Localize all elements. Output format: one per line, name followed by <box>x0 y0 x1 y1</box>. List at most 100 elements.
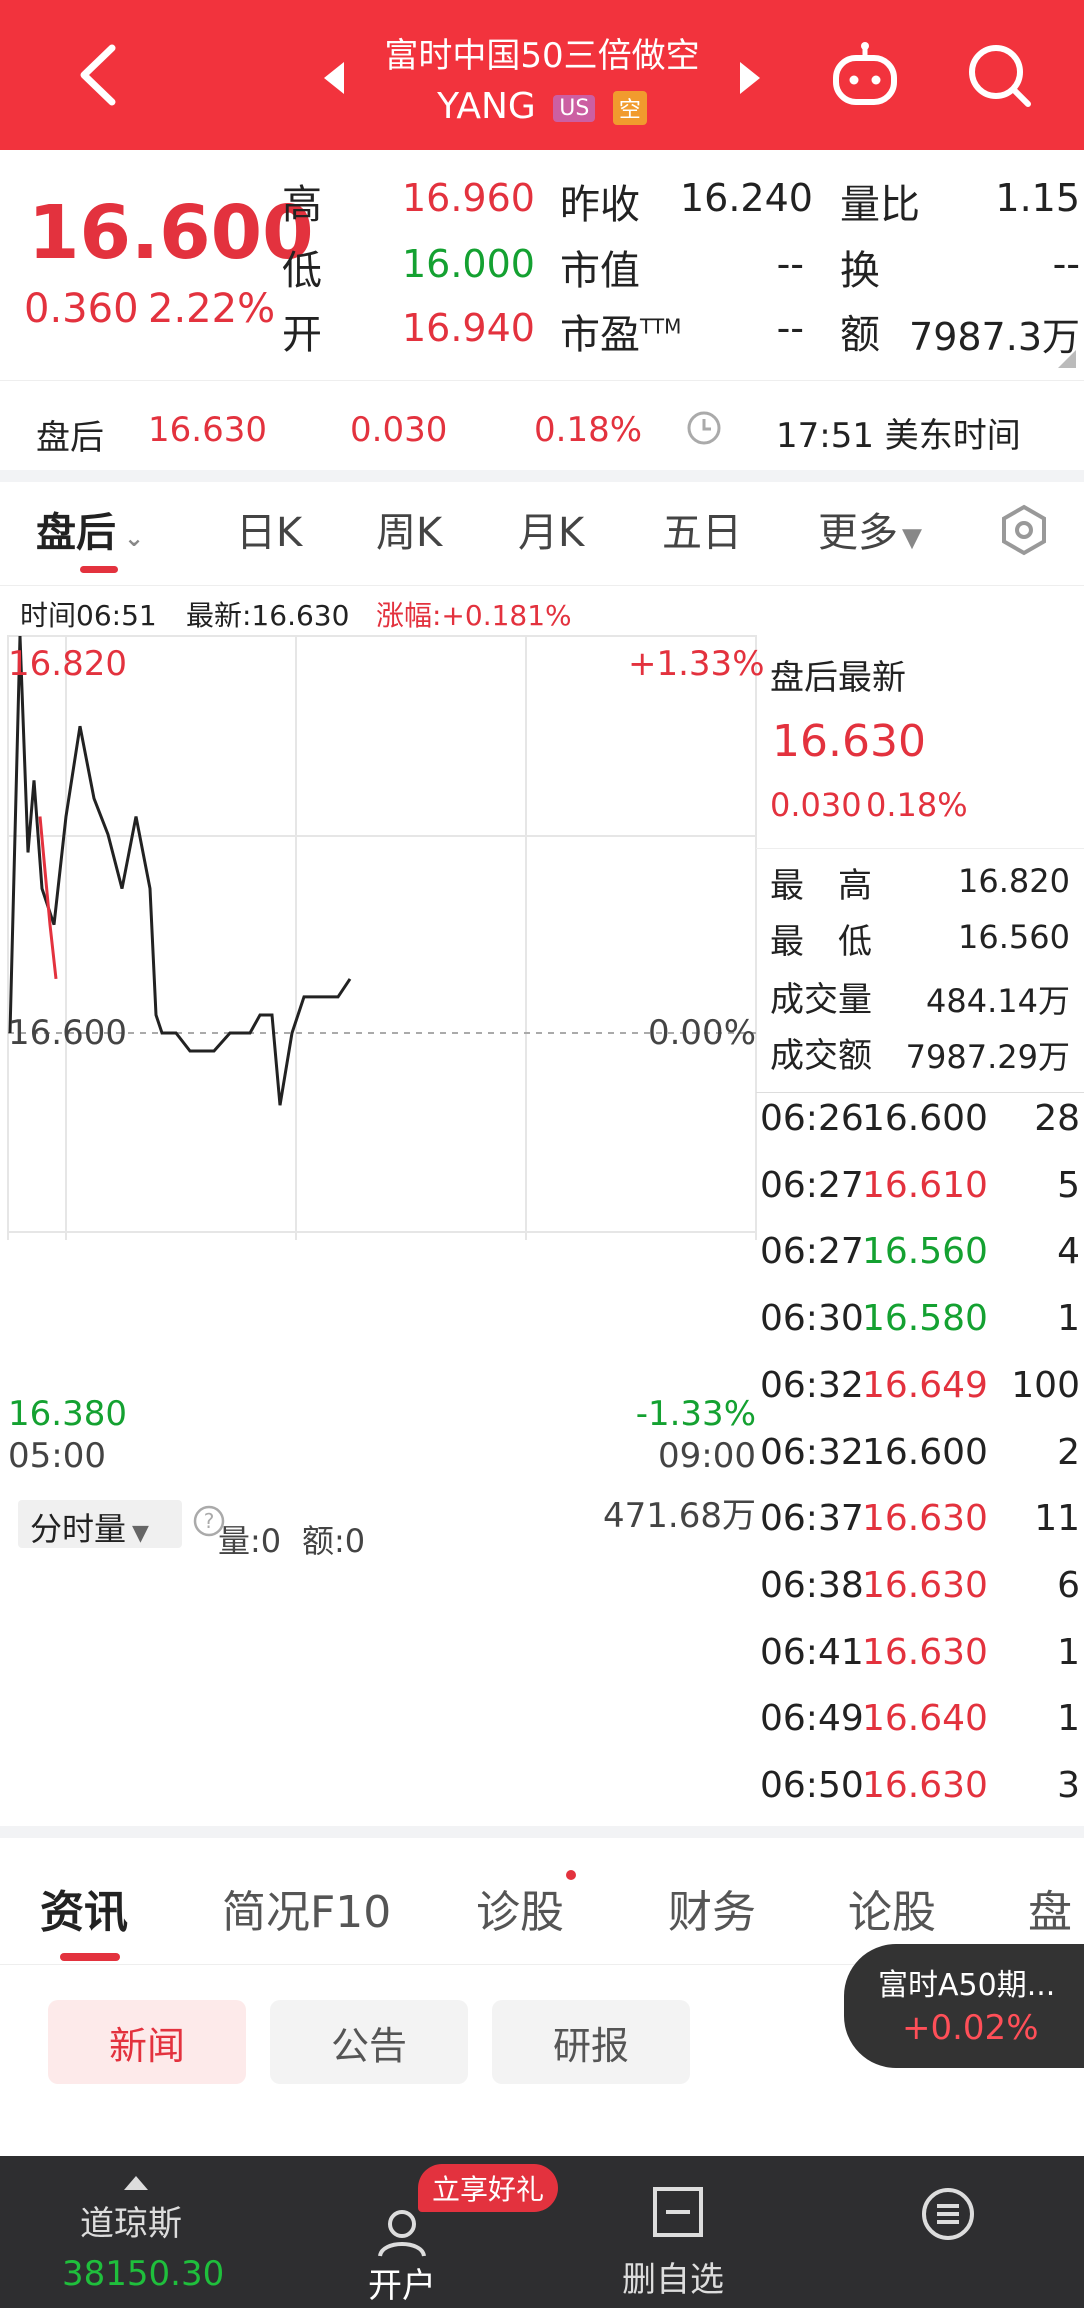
after-hours-label: 盘后 <box>36 418 104 458</box>
divider <box>756 848 1084 849</box>
divider <box>0 380 1084 381</box>
remove-watchlist-icon[interactable] <box>652 2186 704 2238</box>
side-stat-value: 16.820 <box>958 862 1070 900</box>
subtab-research[interactable]: 研报 <box>492 2000 690 2084</box>
side-title: 盘后最新 <box>770 658 906 698</box>
stat-value: -- <box>776 242 804 286</box>
divider <box>0 585 1084 586</box>
side-stat-label: 成交额 <box>770 1036 872 1076</box>
svg-text:?: ? <box>204 1509 215 1533</box>
tick-volume: 1 <box>1057 1698 1080 1740</box>
tab-weekly-k[interactable]: 周K <box>376 500 442 558</box>
crosshair-time: 时间06:51 <box>20 599 157 632</box>
stat-label: 高 <box>282 182 322 228</box>
tab-monthly-k[interactable]: 月K <box>518 500 584 558</box>
tick-time: 06:50 <box>760 1765 864 1806</box>
stat-value: 16.000 <box>402 242 535 286</box>
stat-label: 换 <box>840 248 880 294</box>
info-tab[interactable]: 盘 <box>1028 1876 1072 1940</box>
tick-time: 06:49 <box>760 1698 864 1740</box>
app-header: 富时中国50三倍做空 YANG US 空 <box>0 0 1084 150</box>
stat-value: 16.940 <box>402 306 535 350</box>
tick-price: 16.630 <box>862 1765 988 1806</box>
search-icon[interactable] <box>964 40 1034 110</box>
nav-index-name[interactable]: 道琼斯 <box>80 2196 182 2245</box>
side-change-pct: 0.18% <box>866 786 968 824</box>
tick-price: 16.610 <box>862 1164 988 1206</box>
info-tab[interactable]: 论股 <box>848 1876 936 1940</box>
float-index-name: 富时A50期... <box>878 1968 1056 2003</box>
tick-volume: 28 <box>1034 1098 1080 1139</box>
nav-remove-watchlist[interactable]: 删自选 <box>622 2252 724 2301</box>
stat-value: 16.240 <box>680 176 813 220</box>
tick-time: 06:37 <box>760 1498 864 1540</box>
nav-open-account[interactable]: 开户 <box>368 2258 436 2307</box>
subtab-news[interactable]: 新闻 <box>48 2000 246 2084</box>
market-tag: US <box>553 94 596 122</box>
side-stat-value: 16.560 <box>958 918 1070 956</box>
tick-time: 06:41 <box>760 1631 864 1673</box>
info-tab[interactable]: 诊股 <box>476 1876 564 1940</box>
side-stat-label: 最 低 <box>770 922 872 962</box>
prev-stock-icon[interactable] <box>322 60 348 96</box>
tick-time: 06:27 <box>760 1231 864 1273</box>
tick-volume: 3 <box>1057 1765 1080 1806</box>
info-tab[interactable]: 财务 <box>668 1876 756 1940</box>
tick-volume: 100 <box>1011 1364 1080 1406</box>
volume-type-select[interactable]: 分时量 ▼ <box>18 1500 182 1548</box>
menu-icon[interactable] <box>920 2186 976 2242</box>
float-index-change: +0.02% <box>902 2008 1039 2048</box>
tick-time: 06:26 <box>760 1098 864 1139</box>
after-hours-change-pct: 0.18% <box>534 410 643 450</box>
tick-time: 06:27 <box>760 1164 864 1206</box>
crosshair-latest: 最新:16.630 <box>186 599 350 632</box>
y-label-mid: 16.600 <box>8 1013 127 1053</box>
tab-five-day[interactable]: 五日 <box>662 500 742 558</box>
tick-price: 16.630 <box>862 1631 988 1673</box>
tab-daily-k[interactable]: 日K <box>236 500 302 558</box>
tab-more[interactable]: 更多 ▼ <box>818 500 922 558</box>
stat-value: 1.15 <box>995 176 1080 220</box>
tick-volume: 6 <box>1057 1564 1080 1606</box>
expand-corner-icon[interactable] <box>1058 350 1076 368</box>
chart-frame <box>7 635 757 1240</box>
x-label-start: 05:00 <box>8 1436 106 1476</box>
amount-value: 额:0 <box>302 1522 366 1560</box>
volume-max-label: 471.68万 <box>603 1496 756 1536</box>
stat-label: 额 <box>840 312 880 358</box>
stat-value: 16.960 <box>402 176 535 220</box>
pct-label-bottom: -1.33% <box>635 1394 756 1434</box>
active-tab-indicator <box>80 566 118 573</box>
x-label-end: 09:00 <box>658 1436 756 1476</box>
info-tab[interactable]: 简况F10 <box>222 1876 391 1940</box>
side-stat-value: 484.14万 <box>926 982 1070 1020</box>
back-arrow-icon[interactable] <box>70 40 130 110</box>
price-change-pct: 2.22% <box>148 286 276 332</box>
tick-price: 16.600 <box>862 1431 988 1473</box>
up-arrow-icon <box>124 2176 148 2190</box>
info-tab[interactable]: 资讯 <box>40 1876 128 1940</box>
stat-label: 市值 <box>560 248 640 294</box>
clock-icon <box>687 411 721 445</box>
bottom-nav: 道琼斯 38150.30 立享好礼 开户 删自选 <box>0 2156 1084 2308</box>
floating-index-widget[interactable]: 富时A50期... +0.02% <box>844 1944 1084 2068</box>
next-stock-icon[interactable] <box>736 60 762 96</box>
after-hours-price: 16.630 <box>148 410 267 450</box>
nav-index-value[interactable]: 38150.30 <box>62 2254 224 2294</box>
tick-price: 16.640 <box>862 1698 988 1740</box>
side-change: 0.030 <box>770 786 862 824</box>
subtab-announcements[interactable]: 公告 <box>270 2000 468 2084</box>
tick-time: 06:32 <box>760 1364 864 1406</box>
notification-dot <box>566 1870 576 1880</box>
tab-after-hours[interactable]: 盘后 ⌄ <box>36 500 144 558</box>
robot-assistant-icon[interactable] <box>828 40 902 114</box>
pct-label-mid: 0.00% <box>647 1013 756 1053</box>
chart-settings-icon[interactable] <box>998 504 1050 556</box>
info-tab-indicator <box>60 1953 120 1961</box>
section-divider <box>0 470 1084 482</box>
y-label-bottom: 16.380 <box>8 1394 127 1434</box>
tick-volume: 11 <box>1034 1498 1080 1540</box>
user-icon[interactable] <box>376 2208 432 2258</box>
y-label-top: 16.820 <box>8 644 127 684</box>
open-account-badge[interactable]: 立享好礼 <box>418 2164 559 2212</box>
